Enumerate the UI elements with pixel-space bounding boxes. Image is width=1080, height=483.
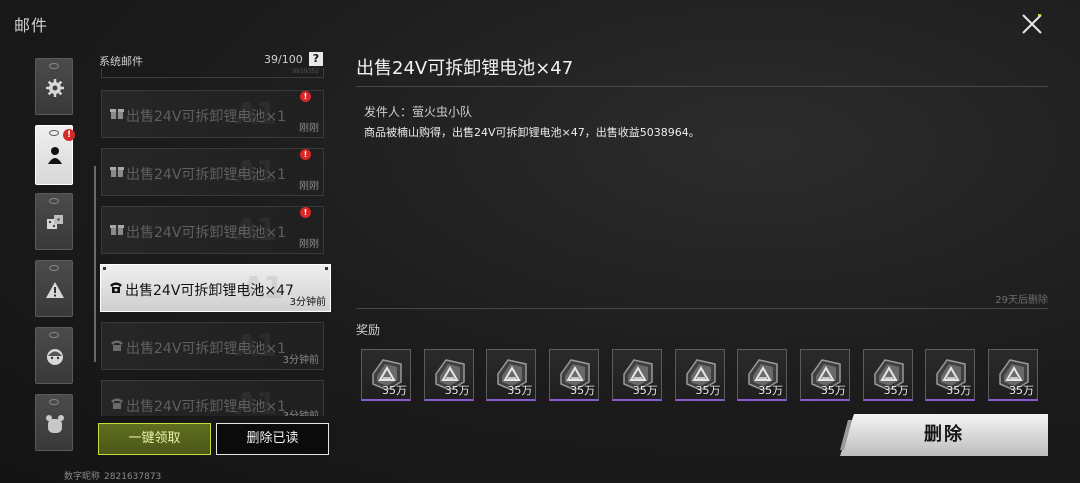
mail-sender: 发件人：萤火虫小队 <box>364 105 473 119</box>
tag-hook <box>49 198 59 204</box>
reward-quantity: 35万 <box>946 384 972 397</box>
warning-icon <box>46 282 64 298</box>
reward-quantity: 35万 <box>507 384 533 397</box>
reward-quantity: 35万 <box>444 384 470 397</box>
tag-hook <box>49 332 59 338</box>
close-icon <box>1022 14 1042 34</box>
mail-title: 出售24V可拆卸锂电池×1 <box>126 341 287 357</box>
mail-item[interactable]: A1 出售24V可拆卸锂电池×1 ! 刚刚 <box>101 90 324 138</box>
mail-item[interactable]: A1 出售24V可拆卸锂电池×1 ! 刚刚 <box>101 206 324 254</box>
reward-item[interactable]: 35万 <box>925 349 976 401</box>
gift-icon <box>110 167 124 177</box>
reward-item[interactable]: 35万 <box>674 349 725 401</box>
tag-hook <box>49 399 59 405</box>
corner-mark <box>325 267 328 270</box>
reward-item[interactable]: 35万 <box>799 349 850 401</box>
category-tab-system[interactable] <box>35 58 73 115</box>
player-id-value: 2821637873 <box>104 472 162 482</box>
tag-hook <box>49 63 59 69</box>
reward-quantity: 35万 <box>695 384 721 397</box>
category-tab-notice[interactable] <box>35 260 73 317</box>
reward-label: 奖励 <box>356 323 381 337</box>
reward-quantity: 35万 <box>820 384 846 397</box>
phone-icon <box>110 282 122 293</box>
delete-button[interactable]: 删除 <box>840 414 1048 456</box>
mail-count: 39/100 <box>264 53 303 66</box>
reward-item[interactable]: 35万 <box>486 349 537 401</box>
reward-quantity: 35万 <box>1009 384 1034 397</box>
category-tab-friend[interactable] <box>35 327 73 384</box>
list-item-partial[interactable]: 9939352 <box>101 68 324 78</box>
reward-quantity: 35万 <box>382 384 407 397</box>
category-tab-activity[interactable] <box>35 193 73 250</box>
reward-list: 35万 35万 35万 35万 35万 35万 35万 35万 35万 35万 35万 <box>361 349 1051 401</box>
gift-icon <box>110 225 124 235</box>
mail-title: 出售24V可拆卸锂电池×1 <box>126 225 287 241</box>
category-tab-trade[interactable]: ! <box>35 125 75 185</box>
mail-time: 3分钟前 <box>282 355 319 366</box>
close-button[interactable] <box>1020 12 1044 36</box>
gear-icon <box>46 79 64 97</box>
reward-quantity: 35万 <box>758 384 784 397</box>
divider <box>356 308 1048 309</box>
mail-time: 刚刚 <box>299 181 319 192</box>
mail-title: 出售24V可拆卸锂电池×1 <box>126 109 287 125</box>
reward-item[interactable]: 35万 <box>549 349 600 401</box>
reward-quantity: 35万 <box>883 384 909 397</box>
mail-body: 商品被楠山购得，出售24V可拆卸锂电池×47，出售收益5038964。 <box>364 126 700 139</box>
phone-icon <box>111 398 123 409</box>
list-heading: 系统邮件 <box>99 55 143 68</box>
reward-item[interactable]: 35万 <box>611 349 662 401</box>
phone-icon <box>111 340 123 351</box>
mail-title: 出售24V可拆卸锂电池×47 <box>125 283 294 299</box>
reward-quantity: 35万 <box>570 384 596 397</box>
reward-quantity: 35万 <box>632 384 658 397</box>
dice-icon <box>47 215 63 229</box>
tag-hook <box>49 265 59 271</box>
mail-title: 出售24V可拆卸锂电池×1 <box>126 167 287 183</box>
reward-item[interactable]: 35万 <box>988 349 1038 401</box>
reward-item[interactable]: 35万 <box>423 349 474 401</box>
page-title: 邮件 <box>14 16 49 35</box>
mail-time: 刚刚 <box>299 239 319 250</box>
unread-badge: ! <box>63 129 75 141</box>
mail-title: 出售24V可拆卸锂电池×1 <box>126 399 287 415</box>
help-button[interactable]: ? <box>309 52 323 66</box>
delete-button-label: 删除 <box>924 424 964 445</box>
user-card-icon <box>48 147 62 164</box>
unread-dot: ! <box>300 149 311 160</box>
mail-time: 3分钟前 <box>289 297 326 308</box>
gift-icon <box>110 109 124 119</box>
mail-time: 刚刚 <box>299 123 319 134</box>
category-tab-other[interactable] <box>35 394 73 451</box>
reward-item[interactable]: 35万 <box>737 349 788 401</box>
mail-item[interactable]: A1 出售24V可拆卸锂电池×1 3分钟前 <box>101 380 324 416</box>
player-id: 数字昵称 2821637873 <box>64 469 161 482</box>
mail-time: 3分钟前 <box>283 407 319 416</box>
delete-read-button[interactable]: 删除已读 <box>216 423 329 455</box>
mail-item[interactable]: A1 出售24V可拆卸锂电池×1 3分钟前 <box>101 322 324 370</box>
reward-item[interactable]: 35万 <box>862 349 913 401</box>
expire-notice: 29天后删除 <box>995 295 1048 306</box>
list-scrollbar[interactable] <box>94 166 96 362</box>
reward-item[interactable]: 35万 <box>361 349 411 401</box>
bear-icon <box>46 415 64 433</box>
corner-mark <box>103 267 106 270</box>
character-face-icon <box>47 349 63 365</box>
unread-dot: ! <box>300 207 311 218</box>
mail-detail-title: 出售24V可拆卸锂电池×47 <box>356 58 574 79</box>
tag-hook <box>49 130 59 136</box>
unread-dot: ! <box>300 91 311 102</box>
mail-item[interactable]: A1 出售24V可拆卸锂电池×1 ! 刚刚 <box>101 148 324 196</box>
player-id-label: 数字昵称 <box>64 472 101 482</box>
claim-all-button[interactable]: 一键领取 <box>98 423 211 455</box>
mail-item-selected[interactable]: A1 出售24V可拆卸锂电池×47 3分钟前 <box>100 264 331 312</box>
divider <box>356 86 1048 87</box>
